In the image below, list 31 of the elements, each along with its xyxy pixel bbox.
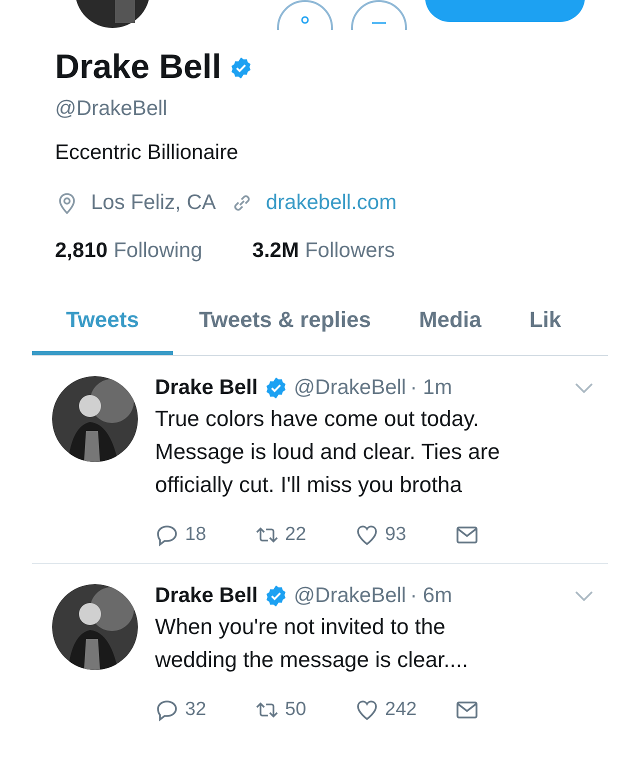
location-text: Los Feliz, CA <box>91 191 216 215</box>
website-link[interactable]: drakebell.com <box>266 191 397 215</box>
reply-icon[interactable] <box>155 523 179 547</box>
tweet-text: When you're not invited to the wedding the message is clear.... <box>155 613 470 674</box>
profile-tab[interactable]: Tweets <box>32 307 173 355</box>
retweet-count: 50 <box>285 699 308 721</box>
tweet-author-handle: @DrakeBell <box>294 584 406 608</box>
tweet-text: True colors have come out today. Message is loud and clear. Ties are officially cut. I'll miss you brotha <box>155 405 501 499</box>
profile-name: Drake Bell <box>55 48 222 87</box>
following-count[interactable]: 2,810 <box>55 239 108 263</box>
profile-tab[interactable]: Tweets & replies <box>176 307 393 355</box>
like-count: 242 <box>385 699 418 721</box>
reply-count: 32 <box>185 699 208 721</box>
reply-count: 18 <box>185 524 208 546</box>
reply-icon[interactable] <box>155 698 179 722</box>
retweet-count: 22 <box>285 524 308 546</box>
followers-label[interactable]: Followers <box>304 239 395 263</box>
like-count: 93 <box>385 524 408 546</box>
profile-tab[interactable]: Media <box>396 307 504 355</box>
profile-bio: Eccentric Billionaire <box>55 141 240 165</box>
heart-icon[interactable] <box>355 523 379 547</box>
tweet-author-handle: @DrakeBell <box>294 376 406 400</box>
heart-icon[interactable] <box>355 698 379 722</box>
profile-handle: @DrakeBell <box>55 97 168 121</box>
tweet-time: · 6m <box>410 584 452 608</box>
profile-tab[interactable]: Lik <box>507 307 584 355</box>
tweet-author-name: Drake Bell <box>155 376 258 400</box>
followers-count[interactable]: 3.2M <box>252 239 299 263</box>
tweet-author-name: Drake Bell <box>155 584 258 608</box>
following-label[interactable]: Following <box>114 239 202 263</box>
tweet-time: · 1m <box>410 376 452 400</box>
